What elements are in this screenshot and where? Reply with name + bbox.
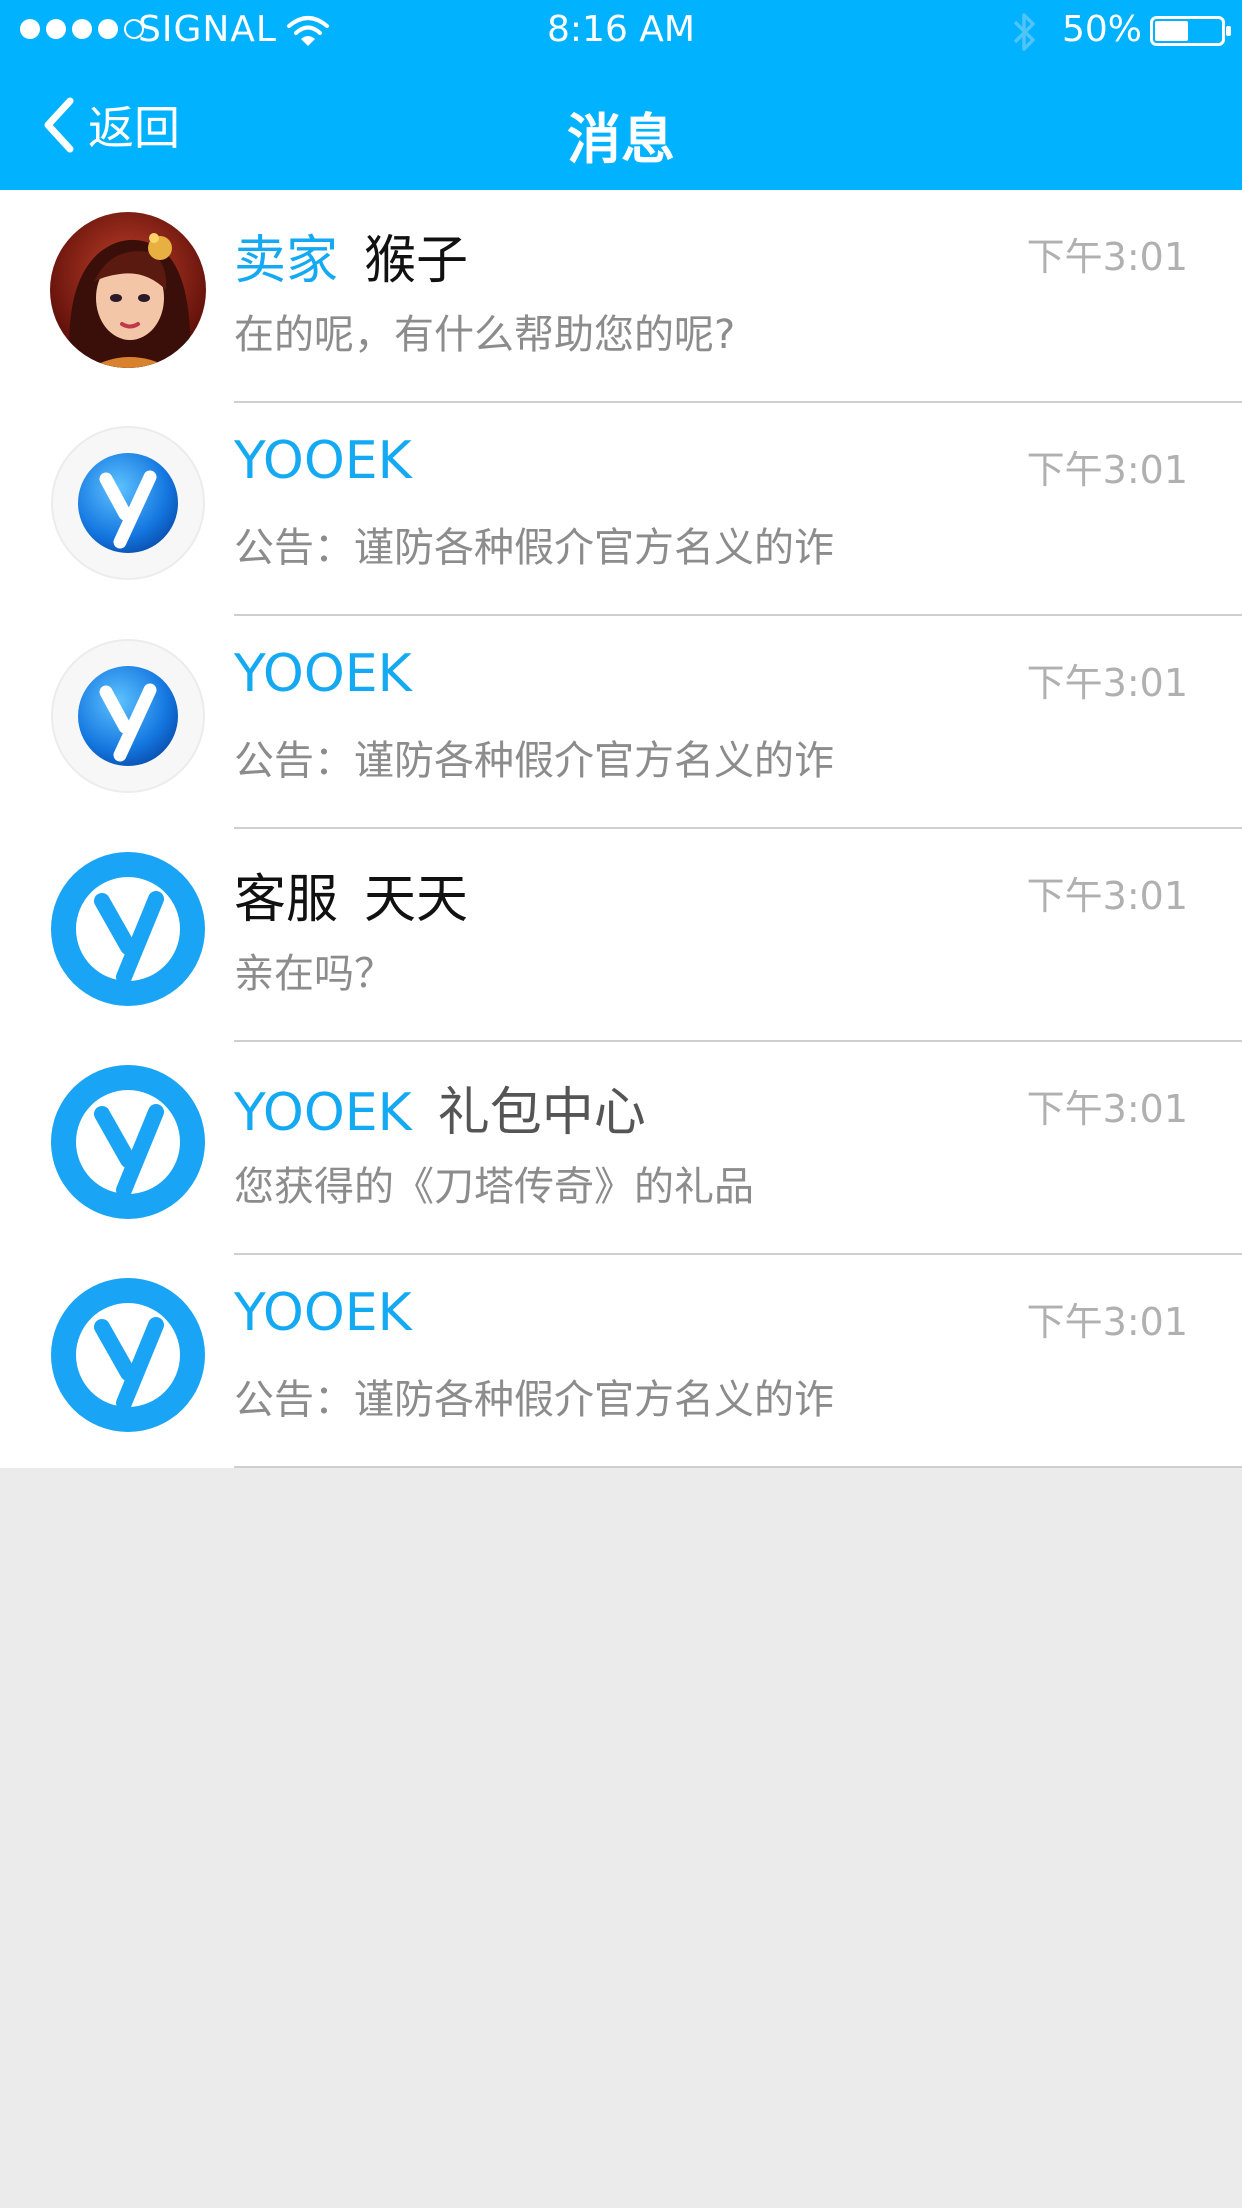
battery-icon (1150, 16, 1231, 46)
message-time: 下午3:01 (1026, 448, 1188, 492)
message-item[interactable]: YOOEK 下午3:01 公告：谨防各种假介官方名义的诈 (0, 616, 1242, 829)
message-title: YOOEK (234, 431, 412, 491)
message-title: 客服 天天 (234, 857, 468, 932)
message-title: YOOEK 礼包中心 (234, 1070, 646, 1145)
message-time: 下午3:01 (1026, 1087, 1188, 1131)
yooek-logo-flat-icon (50, 1064, 206, 1220)
message-nickname: 天天 (364, 870, 469, 930)
page-title: 消息 (567, 108, 675, 171)
message-role: YOOEK (234, 1283, 412, 1343)
message-list: 卖家 猴子 下午3:01 在的呢，有什么帮助您的呢? YOOEK 下午3:01 … (0, 190, 1242, 1468)
yooek-logo-flat-icon (50, 851, 206, 1007)
message-item[interactable]: YOOEK 下午3:01 公告：谨防各种假介官方名义的诈 (0, 403, 1242, 616)
navigation-bar: 返回 消息 (0, 62, 1242, 190)
message-preview: 您获得的《刀塔传奇》的礼品 (234, 1164, 754, 1210)
yooek-logo-glossy-icon (50, 638, 206, 794)
message-role: 卖家 (234, 231, 339, 291)
row-divider (234, 1466, 1242, 1468)
message-role: 客服 (234, 870, 339, 930)
message-title: 卖家 猴子 (234, 218, 468, 293)
message-title: YOOEK (234, 644, 412, 704)
yooek-logo-glossy-icon (50, 425, 206, 581)
message-preview: 在的呢，有什么帮助您的呢? (234, 312, 736, 358)
yooek-logo-flat-icon (50, 1277, 206, 1433)
message-item[interactable]: 客服 天天 下午3:01 亲在吗？ (0, 829, 1242, 1042)
message-preview: 公告：谨防各种假介官方名义的诈 (234, 738, 834, 784)
message-time: 下午3:01 (1026, 874, 1188, 918)
message-nickname: 礼包中心 (437, 1083, 646, 1143)
message-role: YOOEK (234, 1083, 412, 1143)
message-preview: 公告：谨防各种假介官方名义的诈 (234, 525, 834, 571)
message-nickname: 猴子 (364, 231, 469, 291)
message-item[interactable]: 卖家 猴子 下午3:01 在的呢，有什么帮助您的呢? (0, 190, 1242, 403)
message-preview: 公告：谨防各种假介官方名义的诈 (234, 1377, 834, 1423)
message-item[interactable]: YOOEK 下午3:01 公告：谨防各种假介官方名义的诈 (0, 1255, 1242, 1468)
message-time: 下午3:01 (1026, 235, 1188, 279)
bluetooth-icon (1013, 13, 1035, 51)
message-time: 下午3:01 (1026, 661, 1188, 705)
message-title: YOOEK (234, 1283, 412, 1343)
message-preview: 亲在吗？ (234, 951, 394, 997)
battery-percentage: 50% (1062, 9, 1143, 50)
status-bar: SIGNAL 8:16 AM 50% (0, 0, 1242, 62)
message-item[interactable]: YOOEK 礼包中心 下午3:01 您获得的《刀塔传奇》的礼品 (0, 1042, 1242, 1255)
message-role: YOOEK (234, 644, 412, 704)
app-header: SIGNAL 8:16 AM 50% 返回 消息 (0, 0, 1242, 190)
character-avatar (50, 212, 206, 368)
message-time: 下午3:01 (1026, 1300, 1188, 1344)
status-time: 8:16 AM (547, 9, 695, 50)
message-role: YOOEK (234, 431, 412, 491)
